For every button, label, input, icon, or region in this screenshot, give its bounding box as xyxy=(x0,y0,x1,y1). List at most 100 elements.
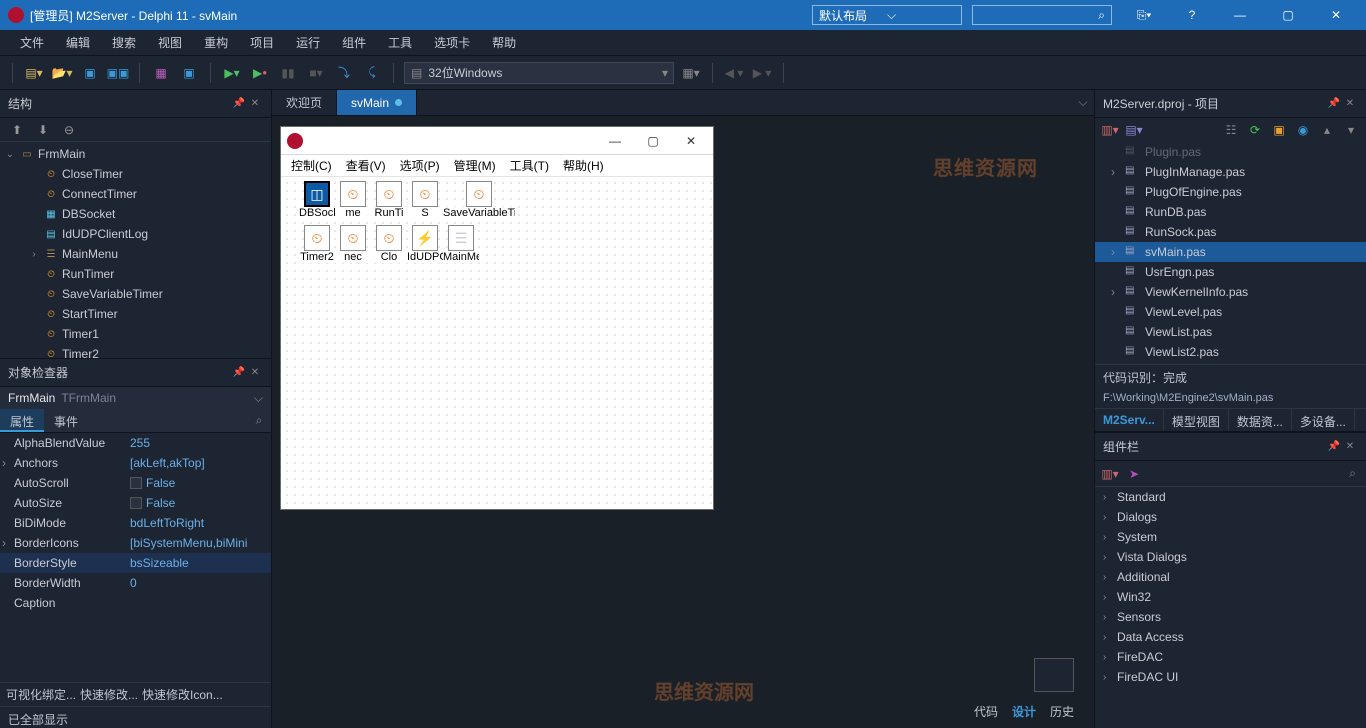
palette-category[interactable]: ›Vista Dialogs xyxy=(1095,547,1366,567)
tree-item[interactable]: ▤IdUDPClientLog xyxy=(0,224,271,244)
proj-sort-icon[interactable]: ☷ xyxy=(1222,121,1240,139)
project-bottom-tab[interactable]: 多设备... xyxy=(1292,409,1355,431)
property-row[interactable]: Anchors[akLeft,akTop] xyxy=(0,453,271,473)
project-file[interactable]: ▤ViewList2.pas xyxy=(1095,342,1366,362)
layout-combo[interactable]: 默认布局⌵ xyxy=(812,5,962,25)
menu-item[interactable]: 运行 xyxy=(286,30,330,55)
nav-back-icon[interactable]: ◀ ▾ xyxy=(723,62,745,84)
tab-svmain[interactable]: svMain xyxy=(337,90,417,115)
form-menu-item[interactable]: 工具(T) xyxy=(504,155,555,176)
proj-nav-up-icon[interactable]: ▴ xyxy=(1318,121,1336,139)
form-minimize-icon[interactable]: — xyxy=(599,134,631,148)
project-file[interactable]: ▤RunSock.pas xyxy=(1095,222,1366,242)
menu-item[interactable]: 帮助 xyxy=(482,30,526,55)
help-icon[interactable]: ? xyxy=(1170,0,1214,30)
component[interactable]: ⚡IdUDPC xyxy=(407,225,443,263)
proj-nav-down-icon[interactable]: ▾ xyxy=(1342,121,1360,139)
search-icon[interactable]: ⌕ xyxy=(1149,466,1360,481)
close-button[interactable]: ✕ xyxy=(1314,0,1358,30)
palette-category[interactable]: ›Win32 xyxy=(1095,587,1366,607)
menu-item[interactable]: 编辑 xyxy=(56,30,100,55)
property-row[interactable]: AutoSizeFalse xyxy=(0,493,271,513)
component[interactable]: ⏲Timer2 xyxy=(299,225,335,263)
pin-icon[interactable]: 📌 xyxy=(1326,98,1342,109)
project-file[interactable]: ▤Plugin.pas xyxy=(1095,142,1366,162)
proj-new-icon[interactable]: ▤▾ xyxy=(1125,121,1143,139)
project-file[interactable]: ▤RunDB.pas xyxy=(1095,202,1366,222)
tree-item[interactable]: ⏲RunTimer xyxy=(0,264,271,284)
tree-item[interactable]: ⏲StartTimer xyxy=(0,304,271,324)
palette-category[interactable]: ›FireDAC xyxy=(1095,647,1366,667)
project-file[interactable]: ›▤PlugInManage.pas xyxy=(1095,162,1366,182)
stop-icon[interactable]: ■▾ xyxy=(305,62,327,84)
desktop-icon[interactable]: ⎘▾ xyxy=(1122,0,1166,30)
close-icon[interactable]: ✕ xyxy=(247,367,263,378)
project-file[interactable]: ›▤svMain.pas xyxy=(1095,242,1366,262)
project-file[interactable]: ▤UsrEngn.pas xyxy=(1095,262,1366,282)
tree-root[interactable]: ⌄▭FrmMain xyxy=(0,144,271,164)
nav-fwd-icon[interactable]: ▶ ▾ xyxy=(751,62,773,84)
palette-category[interactable]: ›Data Access xyxy=(1095,627,1366,647)
menu-item[interactable]: 重构 xyxy=(194,30,238,55)
form-client-area[interactable]: ◫DBSocket⏲me⏲RunTi⏲S⏲SaveVariableTimer⏲T… xyxy=(281,177,713,509)
pin-icon[interactable]: 📌 xyxy=(1326,441,1342,452)
open-icon[interactable]: 📂▾ xyxy=(51,62,73,84)
project-file[interactable]: ›▤ViewKernelInfo.pas xyxy=(1095,282,1366,302)
view-history-tab[interactable]: 历史 xyxy=(1050,703,1074,720)
property-row[interactable]: BiDiModebdLeftToRight xyxy=(0,513,271,533)
tabs-more-icon[interactable]: ⌵ xyxy=(1072,90,1094,115)
palette-category[interactable]: ›FireDAC UI xyxy=(1095,667,1366,687)
menu-item[interactable]: 工具 xyxy=(378,30,422,55)
palette-category[interactable]: ›Additional xyxy=(1095,567,1366,587)
inspector-object-combo[interactable]: FrmMainTFrmMain ⌵ xyxy=(0,387,271,409)
run-nodug-icon[interactable]: ▶● xyxy=(249,62,271,84)
tab-properties[interactable]: 属性 xyxy=(0,409,44,432)
step-into-icon[interactable]: ⤹ xyxy=(361,62,383,84)
save-icon[interactable]: ▣ xyxy=(79,62,101,84)
tab-welcome[interactable]: 欢迎页 xyxy=(272,90,337,115)
platform-combo[interactable]: ▤32位Windows xyxy=(404,62,674,84)
form-menu-item[interactable]: 查看(V) xyxy=(340,155,392,176)
project-bottom-tab[interactable]: 数据资... xyxy=(1229,409,1292,431)
project-file[interactable]: ▤ViewLevel.pas xyxy=(1095,302,1366,322)
palette-category[interactable]: ›System xyxy=(1095,527,1366,547)
inspector-quicklink[interactable]: 可视化绑定... xyxy=(6,686,76,703)
tab-events[interactable]: 事件 xyxy=(44,409,88,432)
tree-item[interactable]: ⏲Timer2 xyxy=(0,344,271,358)
form-designer-window[interactable]: — ▢ ✕ 控制(C)查看(V)选项(P)管理(M)工具(T)帮助(H) ◫DB… xyxy=(280,126,714,510)
component[interactable]: ⏲me xyxy=(335,181,371,219)
palette-add-icon[interactable]: ▥▾ xyxy=(1101,465,1119,483)
property-row[interactable]: BorderStylebsSizeable xyxy=(0,553,271,573)
property-row[interactable]: AlphaBlendValue255 xyxy=(0,433,271,453)
form-menu-item[interactable]: 控制(C) xyxy=(285,155,338,176)
menu-item[interactable]: 文件 xyxy=(10,30,54,55)
project-bottom-tab[interactable]: 模型视图 xyxy=(1164,409,1229,431)
close-icon[interactable]: ✕ xyxy=(1342,98,1358,109)
project-file[interactable]: ▤PlugOfEngine.pas xyxy=(1095,182,1366,202)
designer-thumb[interactable] xyxy=(1034,658,1074,692)
inspector-quicklink[interactable]: 快速修改Icon... xyxy=(142,686,223,703)
maximize-button[interactable]: ▢ xyxy=(1266,0,1310,30)
project-bottom-tab[interactable]: M2Serv... xyxy=(1095,409,1164,431)
pointer-icon[interactable]: ➤ xyxy=(1125,465,1143,483)
component[interactable]: ☰MainMenu xyxy=(443,225,479,263)
platform-btn[interactable]: ▦▾ xyxy=(680,62,702,84)
component[interactable]: ⏲SaveVariableTimer xyxy=(443,181,515,219)
menu-item[interactable]: 组件 xyxy=(332,30,376,55)
tree-item[interactable]: ⏲ConnectTimer xyxy=(0,184,271,204)
property-row[interactable]: BorderIcons[biSystemMenu,biMini xyxy=(0,533,271,553)
form-menu-item[interactable]: 管理(M) xyxy=(448,155,502,176)
struct-down-icon[interactable]: ⬇ xyxy=(32,119,54,141)
form-maximize-icon[interactable]: ▢ xyxy=(637,134,669,148)
pause-icon[interactable]: ▮▮ xyxy=(277,62,299,84)
component[interactable]: ◫DBSocket xyxy=(299,181,335,219)
view-design-tab[interactable]: 设计 xyxy=(1012,703,1036,720)
project-file[interactable]: ▤ViewOnlineHuman.pas xyxy=(1095,362,1366,364)
component[interactable]: ⏲nec xyxy=(335,225,371,263)
tree-item[interactable]: ⏲CloseTimer xyxy=(0,164,271,184)
close-icon[interactable]: ✕ xyxy=(247,98,263,109)
tree-item[interactable]: ⏲Timer1 xyxy=(0,324,271,344)
header-search[interactable]: ⌕ xyxy=(972,5,1112,25)
menu-item[interactable]: 项目 xyxy=(240,30,284,55)
close-icon[interactable]: ✕ xyxy=(1342,441,1358,452)
